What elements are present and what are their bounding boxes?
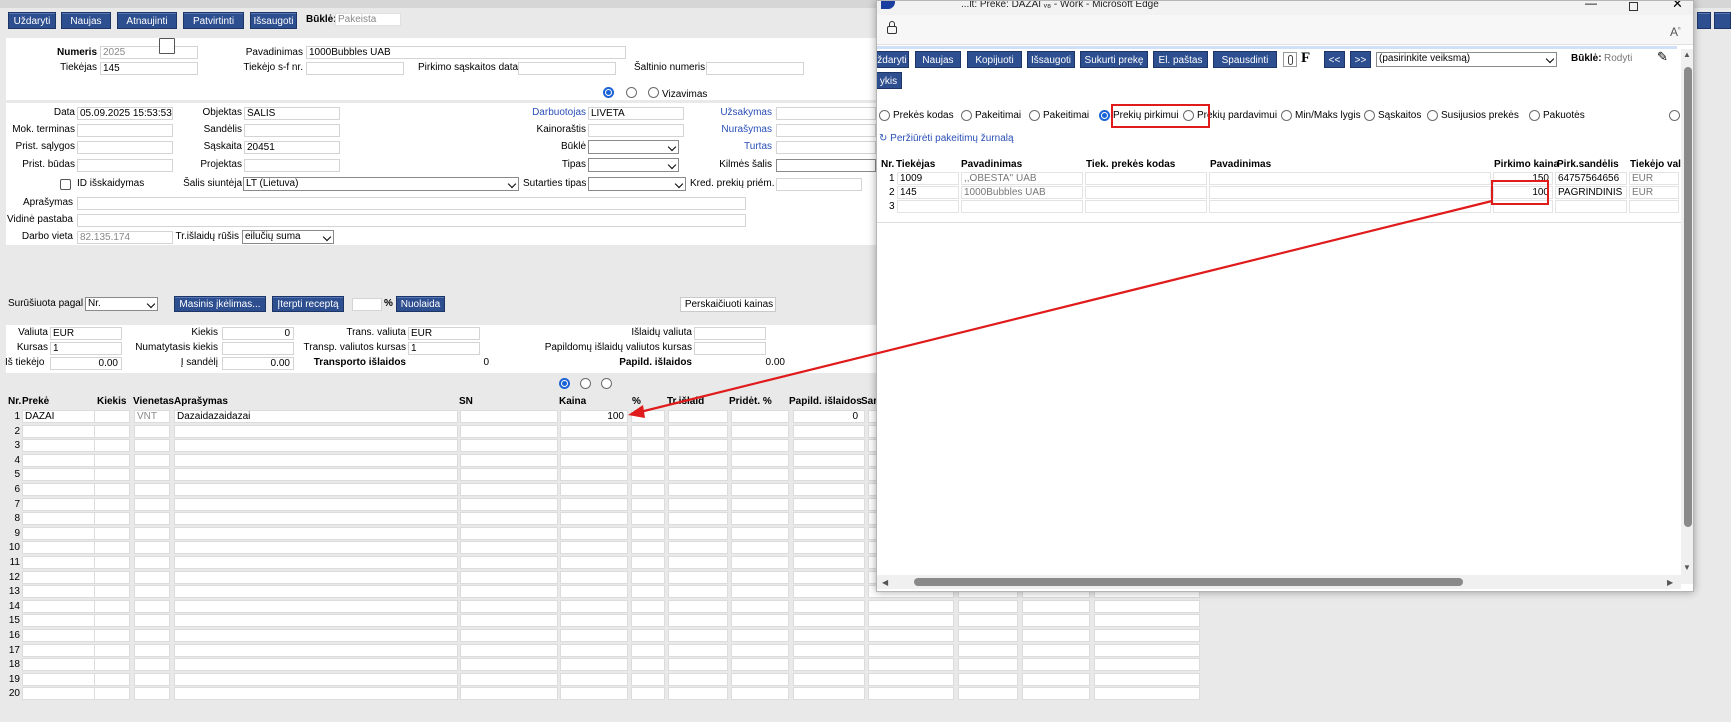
arrow-line — [639, 199, 1493, 414]
annotation-arrow — [628, 199, 1493, 418]
arrowhead-icon — [628, 405, 645, 418]
